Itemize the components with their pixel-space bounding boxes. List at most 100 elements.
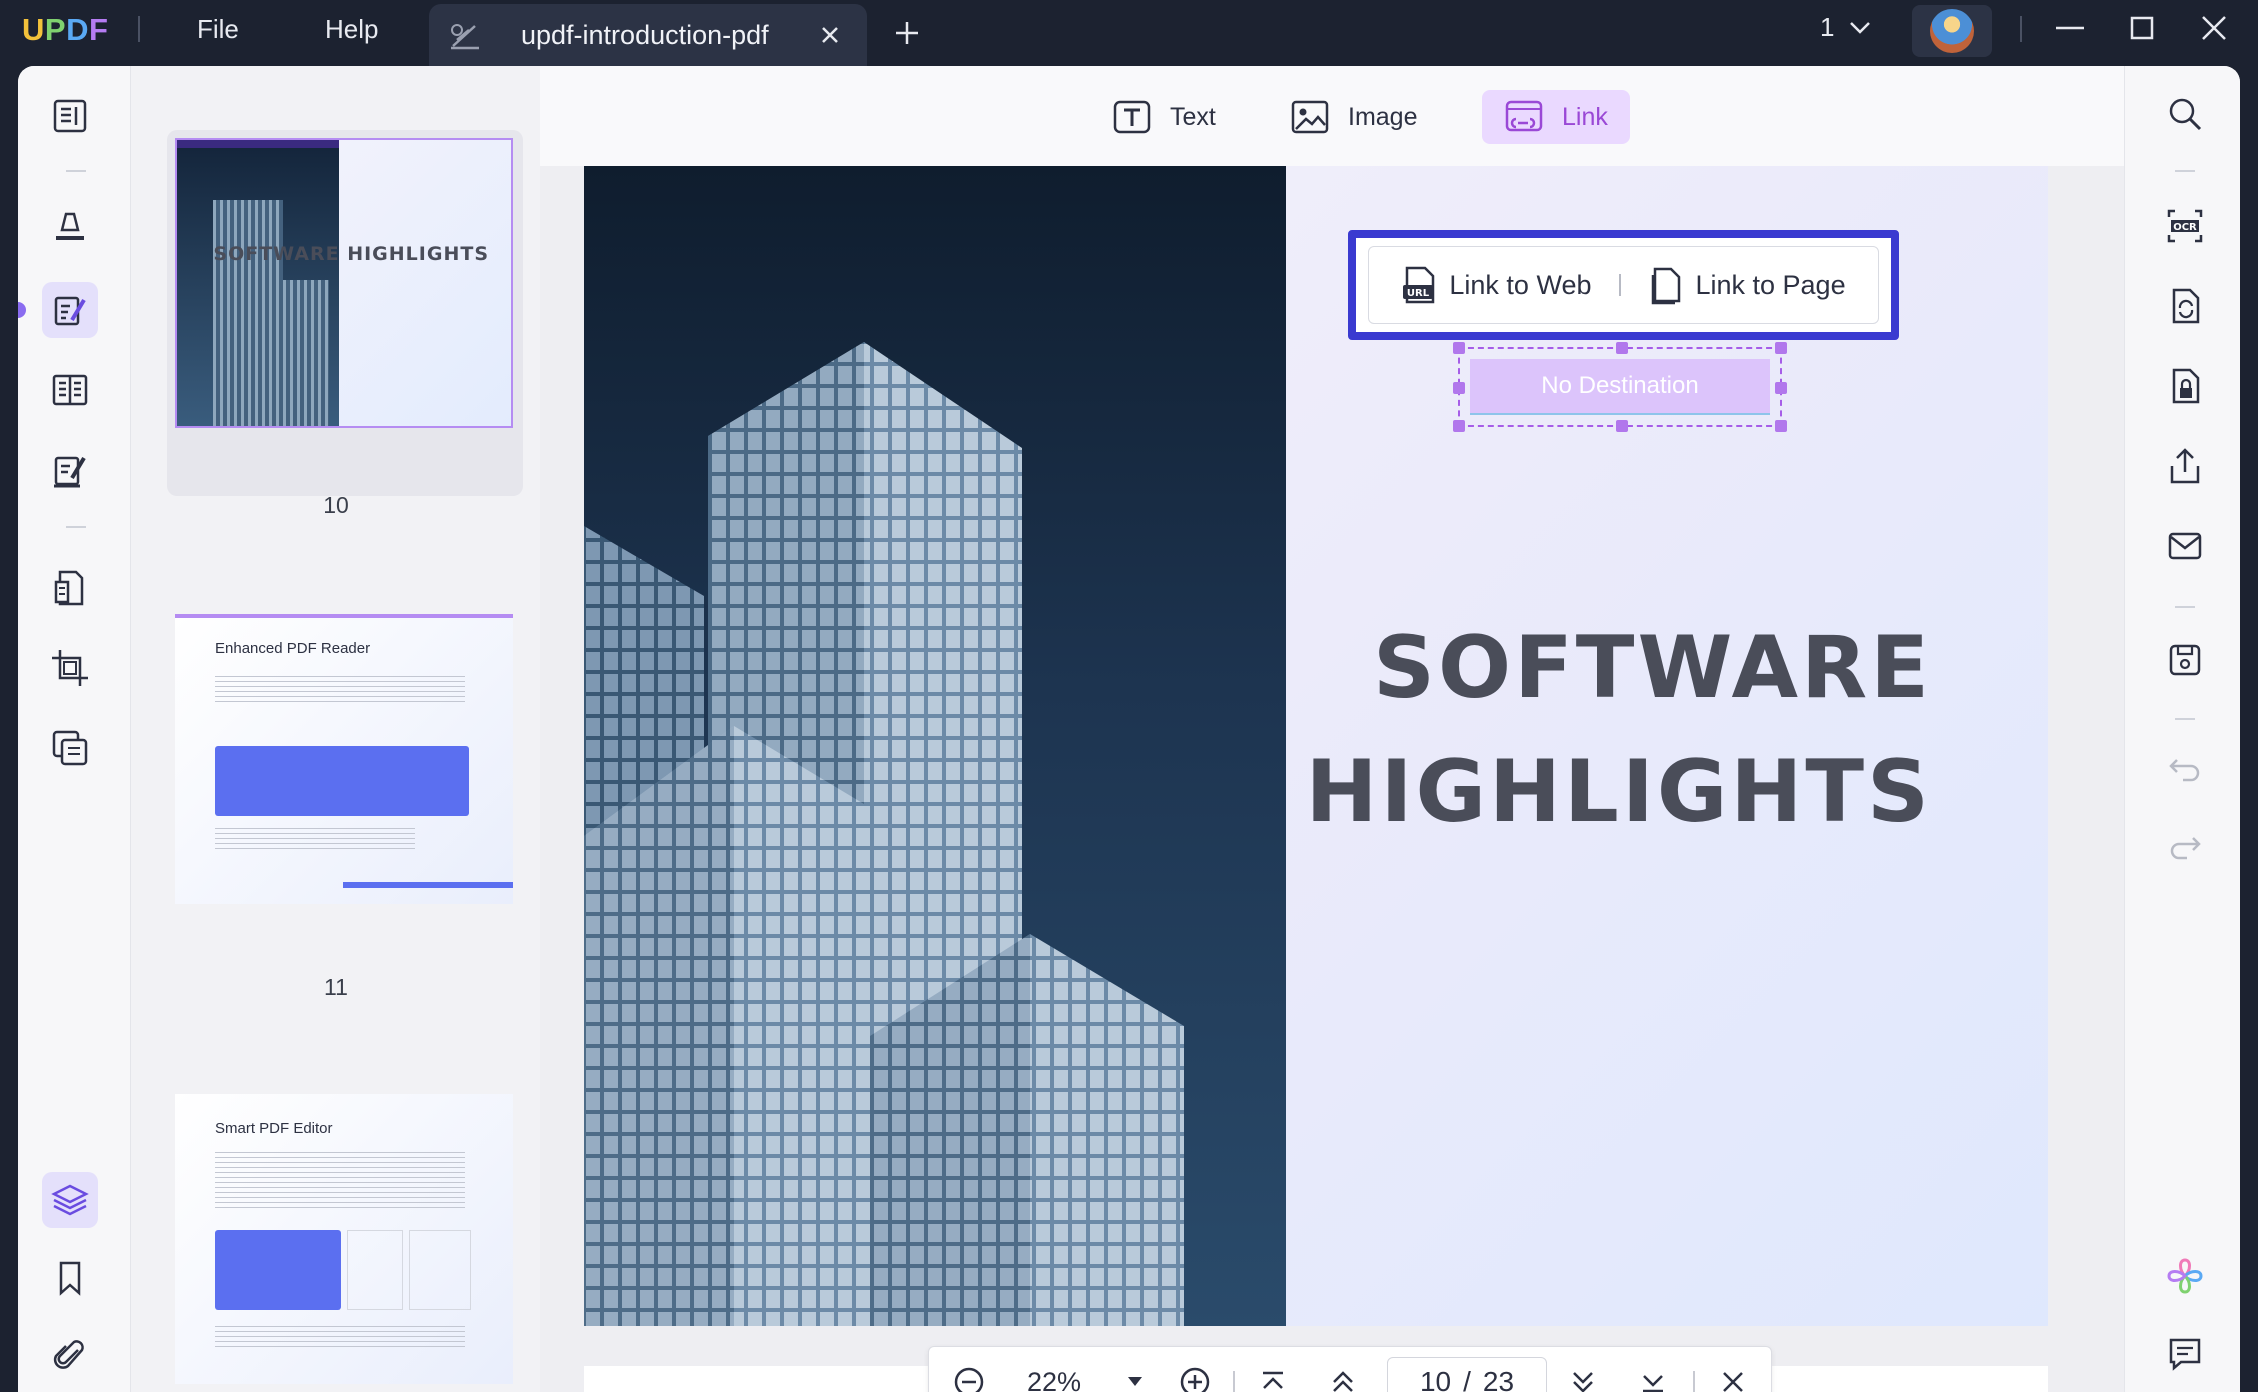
- protect-button[interactable]: [2161, 362, 2209, 410]
- resize-handle[interactable]: [1453, 420, 1465, 432]
- page-icon: [1652, 267, 1681, 305]
- save-button[interactable]: [2161, 636, 2209, 684]
- fill-sign-button[interactable]: [42, 442, 98, 498]
- page-organize-button[interactable]: [42, 362, 98, 418]
- bookmark-icon: [59, 1261, 81, 1296]
- svg-text:URL: URL: [1407, 288, 1430, 299]
- comment-mode-button[interactable]: [42, 196, 98, 252]
- resize-handle[interactable]: [1775, 382, 1787, 394]
- link-to-web-button[interactable]: URL Link to Web: [1401, 265, 1591, 305]
- app-frame: SOFTWARE HIGHLIGHTS 10 Enhanced PDF Read…: [18, 66, 2240, 1392]
- paperclip-icon: [53, 1340, 84, 1369]
- add-image-button[interactable]: Image: [1268, 90, 1439, 144]
- bookmark-button[interactable]: [42, 1250, 98, 1306]
- close-tab-icon[interactable]: [815, 20, 845, 55]
- divider: [1693, 1371, 1695, 1392]
- reader-icon: [53, 99, 87, 133]
- undo-icon: [2169, 759, 2200, 782]
- resize-handle[interactable]: [1453, 342, 1465, 354]
- resize-handle[interactable]: [1775, 342, 1787, 354]
- edit-pdf-icon: [54, 296, 86, 326]
- reader-mode-button[interactable]: [42, 88, 98, 144]
- resize-handle[interactable]: [1616, 420, 1628, 432]
- last-page-icon[interactable]: [1635, 1364, 1671, 1392]
- thumbnail-page-12[interactable]: Smart PDF Editor: [167, 1086, 523, 1386]
- resize-handle[interactable]: [1775, 420, 1787, 432]
- add-text-button[interactable]: Text: [1090, 90, 1238, 144]
- title-bar: UPDF File Help updf-introduction-pdf 1: [0, 0, 2258, 66]
- mail-icon: [2168, 532, 2202, 560]
- link-to-page-button[interactable]: Link to Page: [1649, 265, 1846, 305]
- next-page-icon[interactable]: [1565, 1364, 1601, 1392]
- thumbnail-page-number: 11: [324, 974, 348, 1000]
- link-destination-label: No Destination: [1470, 359, 1770, 415]
- attachment-button[interactable]: [42, 1328, 98, 1384]
- ocr-icon: OCR: [2167, 209, 2203, 243]
- thumbnail-image: Smart PDF Editor: [175, 1094, 513, 1384]
- document-tab[interactable]: updf-introduction-pdf: [429, 4, 867, 66]
- avatar[interactable]: [1912, 5, 1992, 57]
- batch-button[interactable]: [42, 720, 98, 776]
- thumbnail-page-10[interactable]: SOFTWARE HIGHLIGHTS: [167, 130, 523, 496]
- close-window-icon[interactable]: [2196, 12, 2232, 49]
- edit-toolbar: Text Image Link: [540, 66, 2124, 166]
- page-number-input[interactable]: 10 / 23: [1387, 1357, 1547, 1392]
- search-button[interactable]: [2161, 90, 2209, 138]
- divider: [2020, 16, 2022, 42]
- comment-icon: [2169, 1338, 2201, 1371]
- thumbnail-panel: SOFTWARE HIGHLIGHTS 10 Enhanced PDF Read…: [130, 66, 540, 1392]
- thumbnail-image: Enhanced PDF Reader: [175, 614, 513, 904]
- resize-handle[interactable]: [1453, 382, 1465, 394]
- thumbnail-page-11[interactable]: Enhanced PDF Reader: [167, 606, 523, 976]
- url-file-icon: URL: [1403, 266, 1435, 304]
- resize-handle[interactable]: [1616, 342, 1628, 354]
- redo-button[interactable]: [2161, 822, 2209, 870]
- thumbnail-page-number: 10: [323, 492, 349, 518]
- image-tool-icon: [1291, 100, 1329, 134]
- maximize-icon[interactable]: [2124, 12, 2160, 49]
- edit-mode-button[interactable]: [42, 282, 98, 338]
- updf-logo: UPDF: [22, 12, 109, 47]
- pdf-page: SOFTWARE HIGHLIGHTS: [584, 166, 2048, 1326]
- convert-export-button[interactable]: [2161, 282, 2209, 330]
- skyscraper-image: [584, 342, 1184, 1326]
- crop-icon: [52, 650, 88, 686]
- add-link-button[interactable]: Link: [1482, 90, 1630, 144]
- divider: [138, 16, 140, 42]
- right-toolbar: OCR: [2124, 66, 2240, 1392]
- organize-pages-icon: [52, 374, 88, 406]
- highlighter-icon: [56, 212, 84, 240]
- divider: [1233, 1371, 1235, 1392]
- email-button[interactable]: [2161, 522, 2209, 570]
- page-navigation-bar: 22% 10 / 23: [928, 1346, 1772, 1392]
- form-edit-icon: [54, 456, 86, 488]
- window-count-dropdown[interactable]: 1: [1820, 12, 1872, 43]
- ocr-button[interactable]: OCR: [2161, 202, 2209, 250]
- minimize-icon[interactable]: [2052, 12, 2088, 49]
- file-menu[interactable]: File: [197, 14, 239, 45]
- crop-button[interactable]: [42, 640, 98, 696]
- share-button[interactable]: [2161, 442, 2209, 490]
- ai-assistant-button[interactable]: [2161, 1252, 2209, 1300]
- new-tab-plus-icon[interactable]: [892, 18, 922, 53]
- zoom-in-icon[interactable]: [1177, 1364, 1213, 1392]
- undo-button[interactable]: [2161, 744, 2209, 792]
- document-canvas: Text Image Link SOFTWARE HIGHLIGHTS URL …: [540, 66, 2124, 1392]
- zoom-dropdown-icon[interactable]: [1125, 1369, 1145, 1392]
- lock-file-icon: [2172, 368, 2200, 404]
- layers-button[interactable]: [42, 1172, 98, 1228]
- thumbnail-title: Enhanced PDF Reader: [215, 640, 371, 657]
- convert-button[interactable]: [42, 560, 98, 616]
- close-navigation-icon[interactable]: [1715, 1364, 1751, 1392]
- help-menu[interactable]: Help: [325, 14, 378, 45]
- link-annotation-box[interactable]: No Destination: [1453, 342, 1787, 432]
- previous-page-icon[interactable]: [1325, 1364, 1361, 1392]
- first-page-icon[interactable]: [1255, 1364, 1291, 1392]
- divider: [66, 526, 86, 528]
- comments-button[interactable]: [2161, 1330, 2209, 1378]
- zoom-out-icon[interactable]: [951, 1364, 987, 1392]
- zoom-level[interactable]: 22%: [1027, 1367, 1081, 1392]
- left-toolbar: [18, 66, 130, 1392]
- thumbnail-image: SOFTWARE HIGHLIGHTS: [175, 138, 513, 428]
- divider: [1619, 274, 1622, 296]
